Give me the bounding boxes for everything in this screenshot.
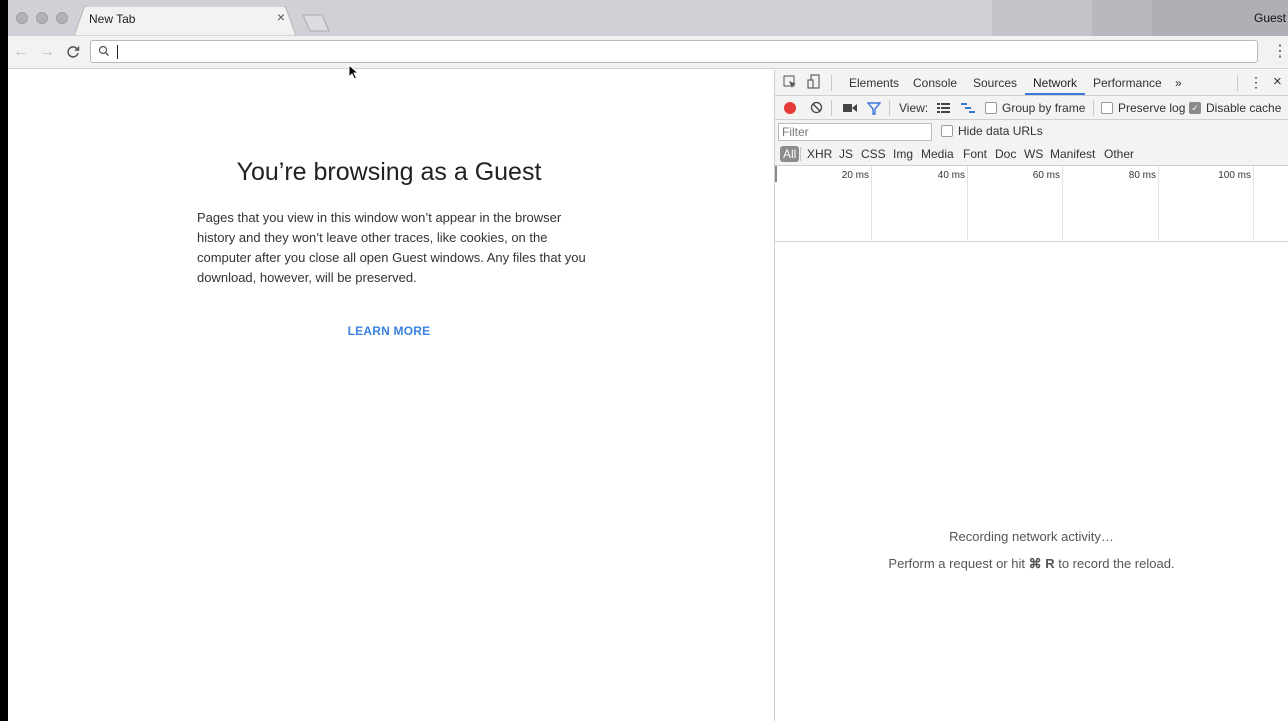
filter-icon[interactable]: [867, 101, 881, 115]
tab-close-icon[interactable]: ×: [274, 10, 288, 24]
preserve-log-checkbox[interactable]: [1101, 102, 1113, 114]
disable-cache-checkbox[interactable]: ✓: [1189, 102, 1201, 114]
disable-cache-label: Disable cache: [1206, 101, 1282, 115]
recording-status: Recording network activity…: [949, 529, 1114, 544]
browser-window: New Tab × Guest ← → ⋮ You’re browsing as…: [8, 0, 1288, 721]
group-by-frame-checkbox[interactable]: [985, 102, 997, 114]
filter-type-css[interactable]: CSS: [861, 147, 886, 161]
filter-type-img[interactable]: Img: [893, 147, 913, 161]
filter-type-xhr[interactable]: XHR: [807, 147, 832, 161]
tab-strip: New Tab × Guest: [8, 0, 1288, 36]
close-window-icon[interactable]: [16, 12, 28, 24]
large-rows-icon[interactable]: [937, 102, 950, 114]
timeline-tick: 40 ms: [937, 170, 965, 181]
filter-type-other[interactable]: Other: [1104, 147, 1134, 161]
more-tabs-icon[interactable]: »: [1175, 76, 1182, 90]
view-label: View:: [899, 101, 929, 115]
devtools-panel: Elements Console Sources Network Perform…: [774, 70, 1288, 721]
reload-hint: Perform a request or hit ⌘ R to record t…: [888, 556, 1175, 571]
minimize-window-icon[interactable]: [36, 12, 48, 24]
network-overview-timeline[interactable]: 20 ms 40 ms 60 ms 80 ms 100 ms: [775, 166, 1288, 242]
filter-type-js[interactable]: JS: [839, 147, 853, 161]
screenshot-camera-icon[interactable]: [843, 103, 857, 113]
network-toolbar: View: Group by frame Preserve log ✓ Disa…: [775, 96, 1288, 120]
filter-type-media[interactable]: Media: [921, 147, 954, 161]
clear-icon[interactable]: [810, 101, 823, 114]
learn-more-link[interactable]: LEARN MORE: [8, 324, 770, 338]
filter-type-doc[interactable]: Doc: [995, 147, 1016, 161]
timeline-tick: 80 ms: [1128, 170, 1156, 181]
guest-page: You’re browsing as a Guest Pages that yo…: [8, 70, 774, 721]
record-icon[interactable]: [784, 102, 796, 114]
tab-console[interactable]: Console: [913, 76, 957, 90]
hide-data-urls-label: Hide data URLs: [958, 124, 1043, 138]
hide-data-urls-checkbox[interactable]: [941, 125, 953, 137]
filter-type-ws[interactable]: WS: [1024, 147, 1043, 161]
forward-icon[interactable]: →: [38, 42, 56, 62]
filter-type-font[interactable]: Font: [963, 147, 987, 161]
text-caret: [117, 45, 118, 59]
device-toolbar-icon[interactable]: [807, 74, 821, 90]
guest-description: Pages that you view in this window won’t…: [197, 210, 586, 285]
group-by-frame-label: Group by frame: [1002, 101, 1086, 115]
page-title: You’re browsing as a Guest: [236, 158, 542, 186]
profile-guest-label[interactable]: Guest: [1254, 11, 1286, 25]
reload-icon[interactable]: [64, 42, 82, 62]
preserve-log-label: Preserve log: [1118, 101, 1186, 115]
browser-toolbar: ← → ⋮: [8, 36, 1288, 69]
filter-type-all[interactable]: All: [780, 146, 800, 162]
tab-elements[interactable]: Elements: [849, 76, 899, 90]
tab-network[interactable]: Network: [1033, 76, 1077, 90]
timeline-tick: 20 ms: [841, 170, 869, 181]
inspect-element-icon[interactable]: [783, 75, 797, 89]
browser-menu-icon[interactable]: ⋮: [1272, 43, 1288, 61]
zoom-window-icon[interactable]: [56, 12, 68, 24]
devtools-menu-icon[interactable]: ⋮: [1249, 74, 1263, 91]
search-icon: [98, 45, 109, 56]
omnibox-input[interactable]: [90, 40, 1258, 63]
devtools-tab-bar: Elements Console Sources Network Perform…: [775, 70, 1288, 96]
tab-sources[interactable]: Sources: [973, 76, 1017, 90]
filter-input[interactable]: Filter: [778, 123, 932, 141]
back-icon[interactable]: ←: [12, 42, 30, 62]
mouse-cursor-icon: [348, 64, 360, 80]
waterfall-overview-icon[interactable]: [961, 102, 975, 114]
new-tab-button[interactable]: [302, 14, 330, 32]
tab-performance[interactable]: Performance: [1093, 76, 1162, 90]
tab-title: New Tab: [89, 12, 136, 26]
timeline-tick: 100 ms: [1218, 170, 1251, 181]
timeline-tick: 60 ms: [1032, 170, 1060, 181]
network-filter-bar: Filter Hide data URLs All XHR JS CSS Img…: [775, 120, 1288, 166]
active-tab-indicator: [1025, 93, 1085, 95]
reload-shortcut: ⌘ R: [1028, 556, 1055, 571]
devtools-close-icon[interactable]: ×: [1273, 73, 1282, 90]
filter-type-manifest[interactable]: Manifest: [1050, 147, 1095, 161]
